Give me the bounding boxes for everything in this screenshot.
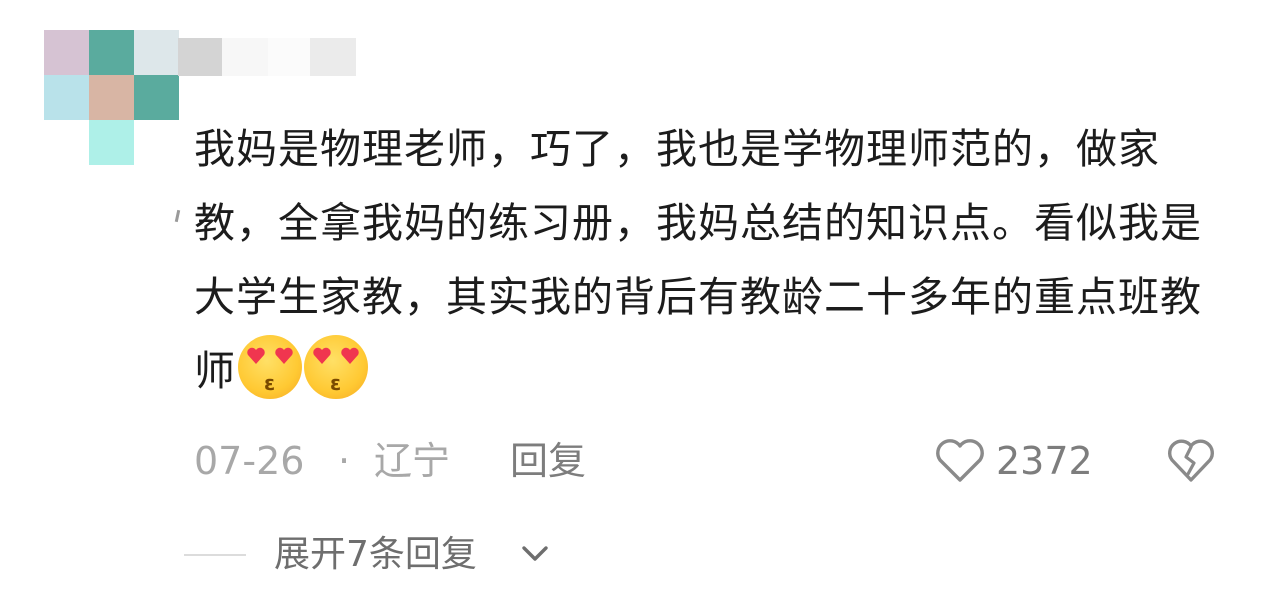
username-pixel	[268, 38, 310, 76]
username-pixel	[222, 38, 268, 76]
comment-meta: 07-26 · 辽宁 回复	[194, 436, 1273, 486]
avatar-pixel	[44, 75, 89, 120]
reply-button[interactable]: 回复	[510, 436, 586, 486]
avatar-pixel	[134, 75, 179, 120]
heart-eye-icon	[275, 347, 293, 364]
kiss-mouth-icon: ɛ	[264, 371, 277, 395]
comment-location: 辽宁	[374, 439, 451, 483]
avatar-pixel	[89, 30, 134, 75]
kiss-mouth-icon: ɛ	[330, 371, 343, 395]
heart-eye-icon	[247, 347, 265, 364]
avatar-pixel	[89, 120, 134, 165]
comment-date: 07-26	[194, 439, 305, 483]
chevron-down-icon[interactable]	[520, 542, 550, 566]
text-mark	[174, 209, 181, 223]
heart-outline-icon	[936, 439, 984, 482]
expand-replies-label[interactable]: 展开7条回复	[274, 530, 477, 580]
username-pixel	[178, 38, 222, 76]
like-button[interactable]	[934, 438, 986, 484]
comment-body: 我妈是物理老师，巧了，我也是学物理师范的，做家教，全拿我妈的练习册，我妈总结的知…	[194, 112, 1224, 408]
expand-replies[interactable]: 展开7条回复	[184, 530, 584, 580]
dislike-button[interactable]	[1166, 438, 1216, 484]
meta-separator: ·	[338, 439, 351, 483]
broken-heart-icon	[1168, 439, 1214, 482]
expand-divider	[184, 554, 246, 556]
heart-eye-icon	[341, 347, 359, 364]
heart-eyes-kiss-emoji: ɛ	[304, 335, 368, 399]
like-count: 2372	[996, 439, 1093, 483]
heart-eyes-kiss-emoji: ɛ	[238, 335, 302, 399]
heart-eye-icon	[313, 347, 331, 364]
avatar[interactable]	[44, 30, 179, 165]
avatar-pixel	[44, 30, 89, 75]
avatar-pixel	[89, 75, 134, 120]
username-pixel	[310, 38, 356, 76]
avatar-pixel	[134, 30, 179, 75]
username-redacted[interactable]	[178, 38, 356, 76]
